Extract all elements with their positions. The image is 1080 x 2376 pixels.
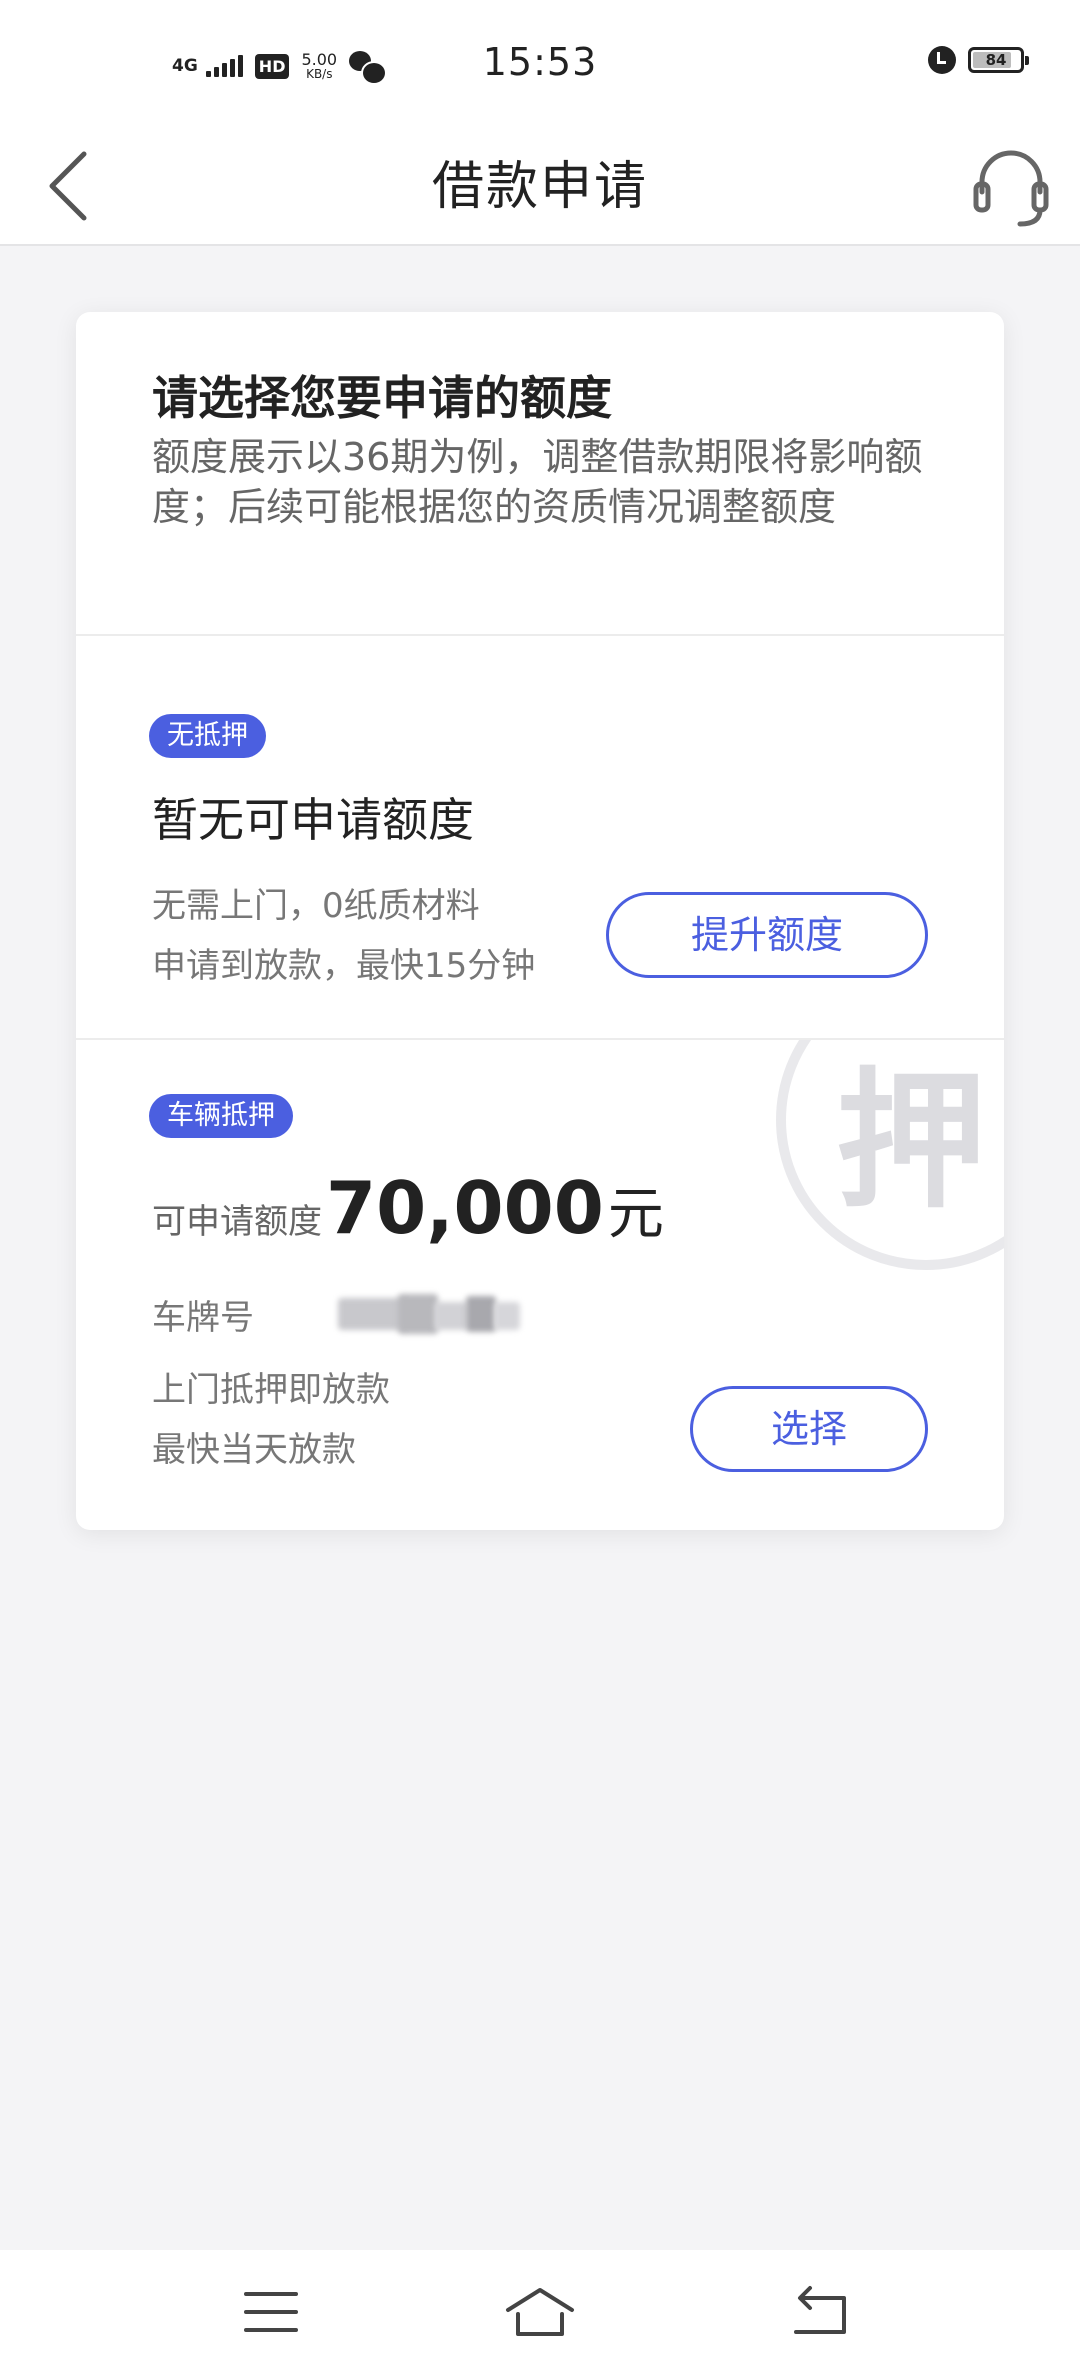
vehicle-amount-label: 可申请额度 xyxy=(152,1202,322,1242)
intro-heading: 请选择您要申请的额度 xyxy=(152,371,612,425)
customer-service-button[interactable] xyxy=(966,138,1056,234)
alarm-icon xyxy=(928,46,956,74)
status-time: 15:53 xyxy=(482,40,598,84)
quota-card: 请选择您要申请的额度 额度展示以36期为例，调整借款期限将影响额度；后续可能根据… xyxy=(76,312,1004,1530)
status-right: 84 xyxy=(928,46,1029,74)
system-nav-bar xyxy=(0,2250,1080,2376)
headset-icon xyxy=(973,150,1049,227)
page-title: 借款申请 xyxy=(431,157,648,217)
select-button[interactable]: 选择 xyxy=(690,1386,928,1472)
vehicle-line2: 最快当天放款 xyxy=(152,1430,356,1470)
home-icon xyxy=(506,2288,574,2336)
stamp-char: 押 xyxy=(836,1055,987,1229)
mortgage-stamp-watermark: 押 xyxy=(776,1040,1004,1270)
vehicle-amount-unit: 元 xyxy=(607,1182,664,1247)
status-bar: 4G HD 5.00 KB/s 15:53 84 xyxy=(0,0,1080,130)
home-button[interactable] xyxy=(500,2280,580,2344)
intro-section: 请选择您要申请的额度 额度展示以36期为例，调整借款期限将影响额度；后续可能根据… xyxy=(76,312,1004,636)
vehicle-amount-row: 可申请额度 70,000 元 xyxy=(152,1166,664,1250)
nav-bar: 借款申请 xyxy=(0,130,1080,246)
plate-number-blurred xyxy=(338,1288,538,1346)
vehicle-option: 押 车辆抵押 可申请额度 70,000 元 车牌号 上门抵押即放款 最快当天放款… xyxy=(76,1040,1004,1530)
unsecured-tag: 无抵押 xyxy=(149,714,266,758)
vehicle-amount: 70,000 xyxy=(326,1166,604,1250)
unsecured-line1: 无需上门，0纸质材料 xyxy=(152,886,480,926)
menu-icon xyxy=(244,2292,298,2332)
unsecured-option: 无抵押 暂无可申请额度 无需上门，0纸质材料 申请到放款，最快15分钟 提升额度 xyxy=(76,636,1004,1040)
battery-text: 84 xyxy=(985,51,1007,69)
unsecured-amount: 暂无可申请额度 xyxy=(152,793,474,847)
unsecured-line2: 申请到放款，最快15分钟 xyxy=(152,946,536,986)
intro-description: 额度展示以36期为例，调整借款期限将影响额度；后续可能根据您的资质情况调整额度 xyxy=(152,435,923,529)
vehicle-tag: 车辆抵押 xyxy=(149,1094,293,1138)
vehicle-line1: 上门抵押即放款 xyxy=(152,1370,390,1410)
battery-icon: 84 xyxy=(968,47,1029,73)
menu-button[interactable] xyxy=(232,2280,312,2344)
plate-label: 车牌号 xyxy=(152,1298,254,1338)
return-icon xyxy=(794,2286,846,2334)
raise-quota-button[interactable]: 提升额度 xyxy=(606,892,928,978)
return-button[interactable] xyxy=(782,2280,862,2344)
